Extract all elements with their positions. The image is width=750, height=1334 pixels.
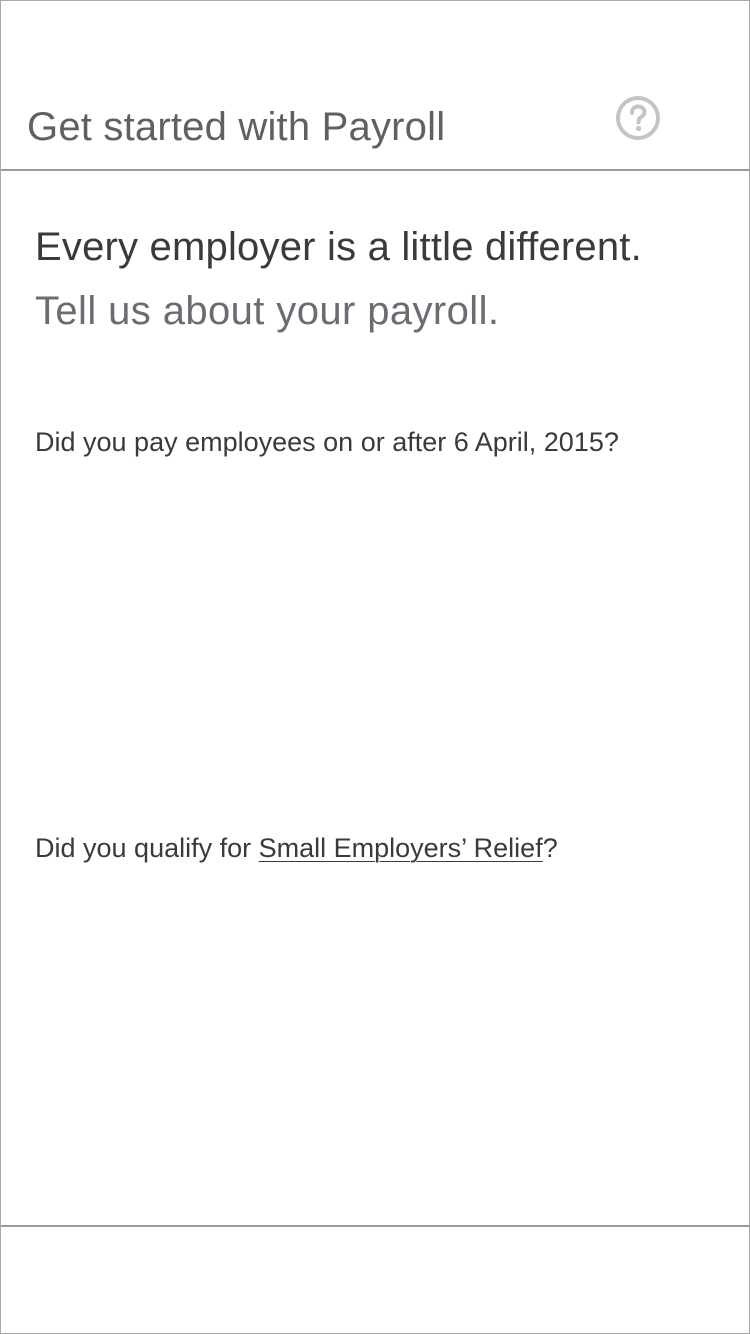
- question-prefix: Did you qualify for: [35, 833, 259, 863]
- screen-frame: Get started with Payroll Every employer …: [0, 0, 750, 1334]
- page-title: Get started with Payroll: [27, 105, 446, 149]
- help-question-icon[interactable]: [615, 95, 661, 141]
- footer-bar: [1, 1225, 749, 1333]
- question-paid-employees: Did you pay employees on or after 6 Apri…: [35, 427, 619, 457]
- question-small-employers-relief: Did you qualify for Small Employers’ Rel…: [35, 833, 558, 864]
- subheadline: Tell us about your payroll.: [35, 289, 500, 333]
- header-bar: Get started with Payroll: [1, 1, 749, 171]
- question-suffix: ?: [542, 833, 558, 863]
- headline: Every employer is a little different.: [35, 225, 642, 269]
- main-content: Every employer is a little different. Te…: [1, 171, 749, 1225]
- small-employers-relief-link[interactable]: Small Employers’ Relief: [259, 833, 543, 863]
